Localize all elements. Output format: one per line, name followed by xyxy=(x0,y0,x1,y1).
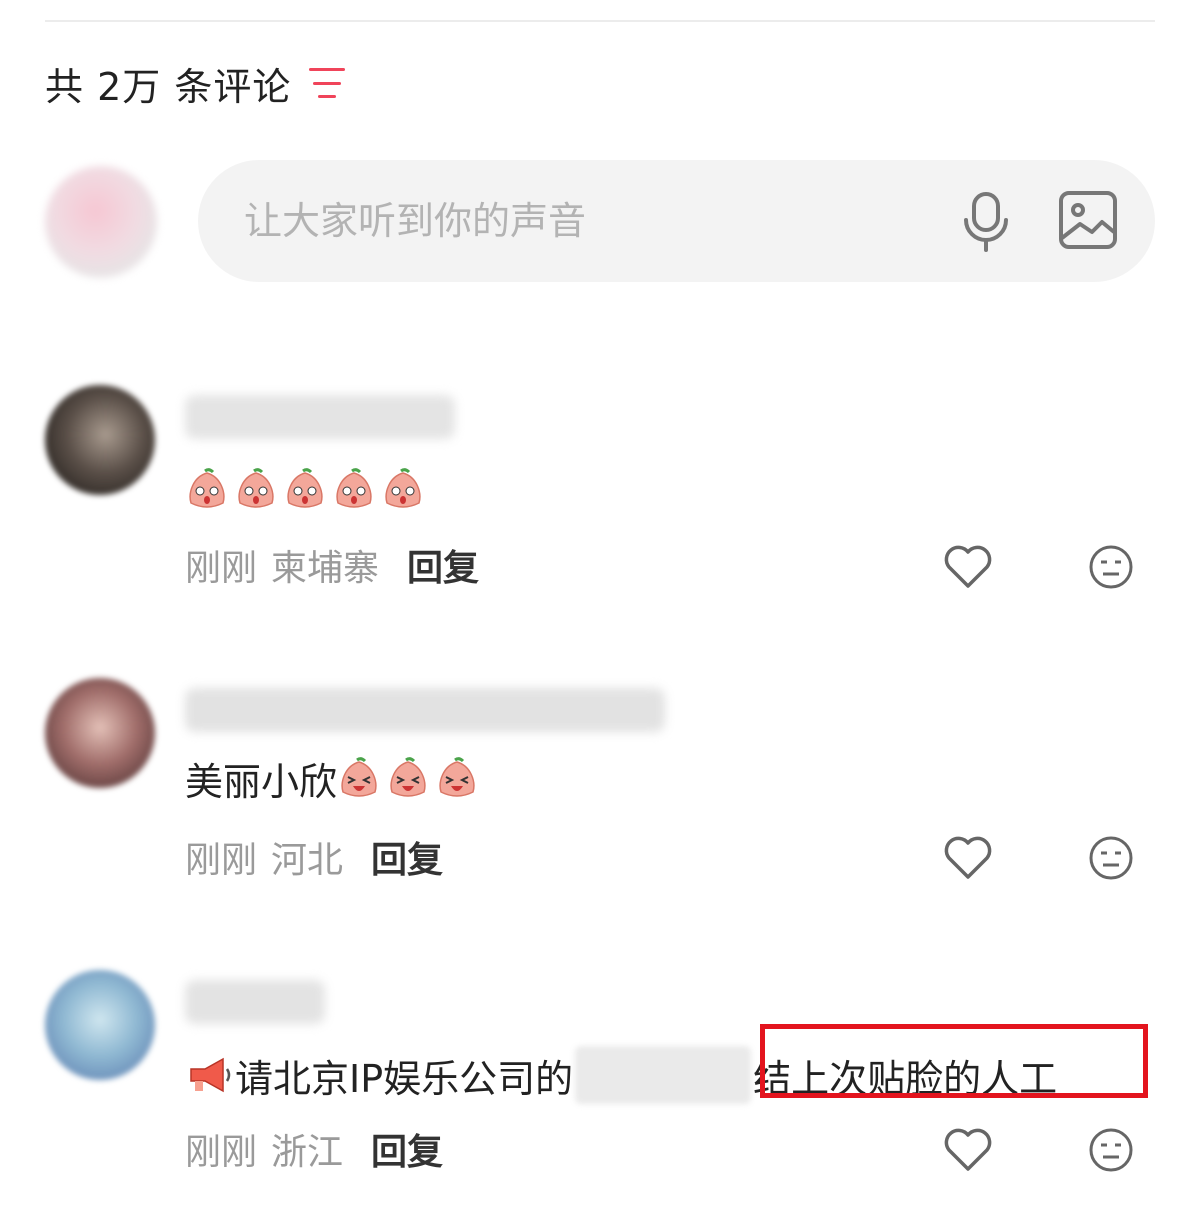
megaphone-icon xyxy=(190,1057,231,1093)
sort-filter-icon[interactable] xyxy=(309,68,346,98)
peach-surprised-emoji xyxy=(238,468,274,508)
comment-meta: 刚刚 柬埔寨 回复 xyxy=(185,538,479,592)
comment-time: 刚刚 xyxy=(185,548,258,589)
commenter-avatar[interactable] xyxy=(45,678,155,788)
neutral-face-icon[interactable] xyxy=(1087,1126,1135,1174)
comment-input[interactable]: 让大家听到你的声音 xyxy=(198,160,1155,282)
comment-count-title: 共 2万 条评论 xyxy=(45,64,292,109)
comment-meta: 刚刚 浙江 回复 xyxy=(185,1122,443,1176)
peach-surprised-emoji xyxy=(336,468,372,508)
comment-location: 河北 xyxy=(271,840,344,881)
neutral-face-icon[interactable] xyxy=(1087,834,1135,882)
heart-outline-icon[interactable] xyxy=(943,1126,993,1172)
comment-composer: 让大家听到你的声音 xyxy=(45,160,1155,282)
comment-text xyxy=(185,459,430,519)
neutral-face-icon[interactable] xyxy=(1087,543,1135,591)
mic-icon[interactable] xyxy=(958,190,1014,254)
peach-laughing-emoji xyxy=(341,757,377,797)
top-divider xyxy=(45,20,1155,22)
comment-time: 刚刚 xyxy=(185,840,258,881)
comment-text: 美丽小欣 xyxy=(185,748,484,808)
comment-meta: 刚刚 河北 回复 xyxy=(185,830,443,884)
commenter-avatar[interactable] xyxy=(45,970,155,1080)
comment-time: 刚刚 xyxy=(185,1132,258,1173)
commenter-avatar[interactable] xyxy=(45,385,155,495)
username-blurred[interactable] xyxy=(185,688,665,732)
comment-location: 柬埔寨 xyxy=(271,548,380,589)
reply-button[interactable]: 回复 xyxy=(371,1123,443,1175)
peach-surprised-emoji xyxy=(189,468,225,508)
username-blurred[interactable] xyxy=(185,395,455,439)
comment-input-placeholder: 让大家听到你的声音 xyxy=(244,199,587,243)
my-avatar[interactable] xyxy=(45,166,157,278)
heart-outline-icon[interactable] xyxy=(943,543,993,589)
image-icon[interactable] xyxy=(1056,188,1120,252)
heart-outline-icon[interactable] xyxy=(943,834,993,880)
comment-text-content: 美丽小欣 xyxy=(185,759,338,804)
comment-text-prefix: 请北京IP娱乐公司的 xyxy=(235,1056,574,1101)
username-blurred[interactable] xyxy=(185,980,325,1024)
red-highlight-box xyxy=(760,1024,1148,1098)
peach-surprised-emoji xyxy=(287,468,323,508)
comment-location: 浙江 xyxy=(271,1132,344,1173)
comments-header: 共 2万 条评论 xyxy=(45,55,346,111)
peach-surprised-emoji xyxy=(385,468,421,508)
peach-laughing-emoji xyxy=(439,757,475,797)
reply-button[interactable]: 回复 xyxy=(407,539,479,591)
reply-button[interactable]: 回复 xyxy=(371,831,443,883)
redacted-text-blur xyxy=(575,1046,752,1104)
peach-laughing-emoji xyxy=(390,757,426,797)
